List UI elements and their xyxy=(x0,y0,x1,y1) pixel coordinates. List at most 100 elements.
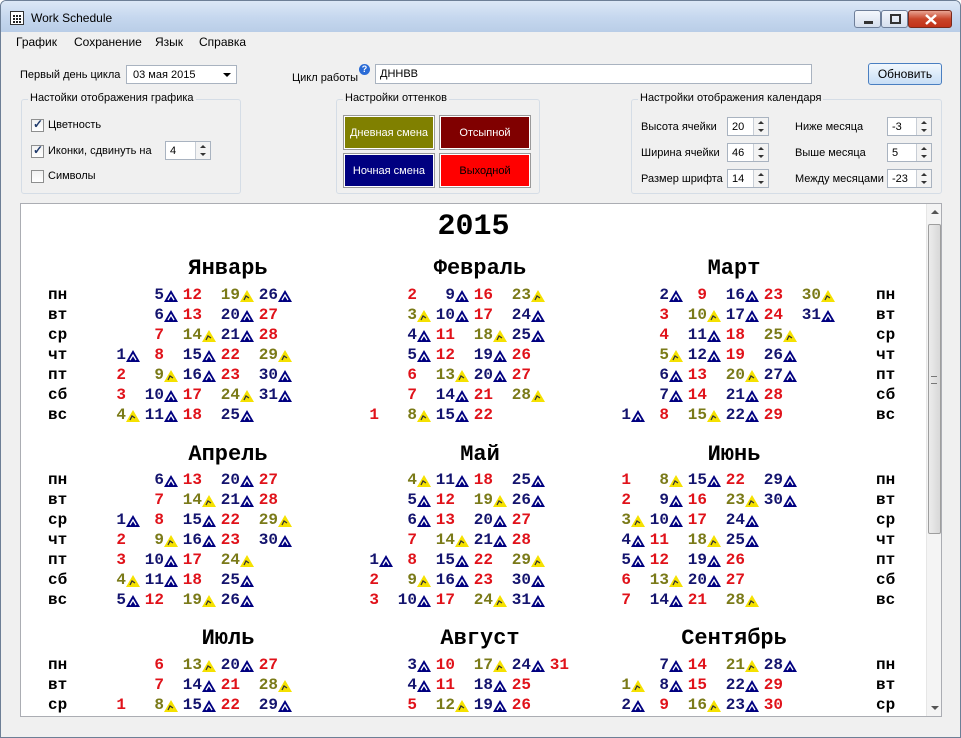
calendar-day[interactable]: 28 xyxy=(250,326,278,344)
spinner-arrows-icon[interactable] xyxy=(916,170,931,187)
close-button[interactable] xyxy=(908,10,952,28)
calendar-day[interactable]: 23 xyxy=(503,286,531,304)
between-months-spinner[interactable]: -23 xyxy=(887,169,932,188)
calendar-day[interactable]: 17 xyxy=(679,511,707,529)
calendar-day[interactable]: 26 xyxy=(503,696,531,714)
calendar-day[interactable]: 15 xyxy=(174,346,202,364)
calendar-day[interactable]: 16 xyxy=(717,286,745,304)
calendar-day[interactable]: 1 xyxy=(351,551,379,569)
calendar-day[interactable]: 14 xyxy=(174,491,202,509)
calendar-day[interactable]: 15 xyxy=(427,551,455,569)
spinner-arrows-icon[interactable] xyxy=(753,144,768,161)
color-checkbox[interactable] xyxy=(31,117,44,132)
calendar-day[interactable]: 3 xyxy=(98,386,126,404)
calendar-day[interactable]: 3 xyxy=(389,656,417,674)
calendar-day[interactable]: 21 xyxy=(465,531,493,549)
calendar-day[interactable]: 1 xyxy=(603,406,631,424)
calendar-day[interactable]: 23 xyxy=(717,491,745,509)
calendar-day[interactable]: 23 xyxy=(465,571,493,589)
calendar-day[interactable]: 15 xyxy=(679,471,707,489)
calendar-day[interactable]: 9 xyxy=(641,491,669,509)
calendar-day[interactable]: 25 xyxy=(755,326,783,344)
calendar-day[interactable]: 22 xyxy=(465,406,493,424)
calendar-day[interactable]: 7 xyxy=(389,531,417,549)
calendar-day[interactable]: 30 xyxy=(250,366,278,384)
calendar-day[interactable]: 26 xyxy=(503,346,531,364)
calendar-day[interactable]: 28 xyxy=(755,386,783,404)
calendar-day[interactable]: 29 xyxy=(755,676,783,694)
calendar-day[interactable]: 1 xyxy=(603,471,631,489)
calendar-day[interactable]: 11 xyxy=(679,326,707,344)
calendar-day[interactable]: 6 xyxy=(603,571,631,589)
calendar-day[interactable]: 10 xyxy=(427,306,455,324)
day-shift-swatch[interactable]: Дневная смена xyxy=(343,115,435,150)
calendar-day[interactable]: 31 xyxy=(250,386,278,404)
calendar-day[interactable]: 18 xyxy=(679,531,707,549)
calendar-day[interactable]: 21 xyxy=(212,326,240,344)
above-month-spinner[interactable]: 5 xyxy=(887,143,932,162)
calendar-day[interactable]: 19 xyxy=(679,551,707,569)
calendar-day[interactable]: 20 xyxy=(717,366,745,384)
calendar-day[interactable]: 24 xyxy=(212,386,240,404)
calendar-day[interactable]: 22 xyxy=(717,471,745,489)
calendar-day[interactable]: 22 xyxy=(212,511,240,529)
calendar-day[interactable]: 17 xyxy=(717,306,745,324)
calendar-day[interactable]: 3 xyxy=(98,551,126,569)
calendar-day[interactable]: 26 xyxy=(250,286,278,304)
calendar-day[interactable]: 24 xyxy=(465,591,493,609)
calendar-day[interactable]: 4 xyxy=(641,326,669,344)
scroll-up-icon[interactable] xyxy=(931,210,939,214)
calendar-day[interactable]: 17 xyxy=(465,306,493,324)
calendar-day[interactable]: 5 xyxy=(389,696,417,714)
night-shift-swatch[interactable]: Ночная смена xyxy=(343,153,435,188)
calendar-day[interactable]: 16 xyxy=(679,696,707,714)
icons-checkbox[interactable] xyxy=(31,143,44,158)
calendar-day[interactable]: 2 xyxy=(98,531,126,549)
calendar-day[interactable]: 28 xyxy=(503,386,531,404)
calendar-day[interactable]: 1 xyxy=(98,346,126,364)
calendar-day[interactable]: 14 xyxy=(679,656,707,674)
calendar-day[interactable]: 10 xyxy=(427,656,455,674)
calendar-day[interactable]: 12 xyxy=(174,286,202,304)
calendar-day[interactable]: 28 xyxy=(503,531,531,549)
calendar-day[interactable]: 24 xyxy=(755,306,783,324)
calendar-day[interactable]: 22 xyxy=(212,346,240,364)
calendar-day[interactable]: 3 xyxy=(603,511,631,529)
calendar-day[interactable]: 9 xyxy=(641,696,669,714)
calendar-day[interactable]: 27 xyxy=(755,366,783,384)
menu-save[interactable]: Сохранение xyxy=(74,35,142,49)
calendar-day[interactable]: 12 xyxy=(136,591,164,609)
calendar-day[interactable]: 27 xyxy=(250,656,278,674)
calendar-day[interactable]: 5 xyxy=(641,346,669,364)
calendar-day[interactable]: 4 xyxy=(389,326,417,344)
calendar-day[interactable]: 2 xyxy=(603,696,631,714)
calendar-day[interactable]: 13 xyxy=(679,366,707,384)
calendar-day[interactable]: 22 xyxy=(212,696,240,714)
calendar-day[interactable]: 4 xyxy=(603,531,631,549)
calendar-day[interactable]: 5 xyxy=(136,286,164,304)
calendar-day[interactable]: 1 xyxy=(98,511,126,529)
calendar-day[interactable]: 25 xyxy=(503,326,531,344)
calendar-day[interactable]: 7 xyxy=(389,386,417,404)
calendar-day[interactable]: 26 xyxy=(212,591,240,609)
calendar-day[interactable]: 12 xyxy=(679,346,707,364)
cell-height-spinner[interactable]: 20 xyxy=(727,117,769,136)
maximize-button[interactable] xyxy=(881,10,908,28)
calendar-day[interactable]: 23 xyxy=(717,696,745,714)
calendar-day[interactable]: 15 xyxy=(174,511,202,529)
calendar-day[interactable]: 16 xyxy=(174,366,202,384)
calendar-day[interactable]: 6 xyxy=(389,366,417,384)
calendar-day[interactable]: 25 xyxy=(212,406,240,424)
calendar-day[interactable]: 24 xyxy=(212,551,240,569)
calendar-day[interactable]: 8 xyxy=(136,511,164,529)
calendar-day[interactable]: 20 xyxy=(212,306,240,324)
calendar-day[interactable]: 20 xyxy=(679,571,707,589)
calendar-day[interactable]: 6 xyxy=(136,471,164,489)
calendar-day[interactable]: 15 xyxy=(679,406,707,424)
calendar-day[interactable]: 21 xyxy=(212,676,240,694)
calendar-day[interactable]: 10 xyxy=(136,551,164,569)
calendar-day[interactable]: 11 xyxy=(641,531,669,549)
calendar-day[interactable]: 13 xyxy=(174,306,202,324)
calendar-day[interactable]: 15 xyxy=(174,696,202,714)
calendar-day[interactable]: 18 xyxy=(465,676,493,694)
